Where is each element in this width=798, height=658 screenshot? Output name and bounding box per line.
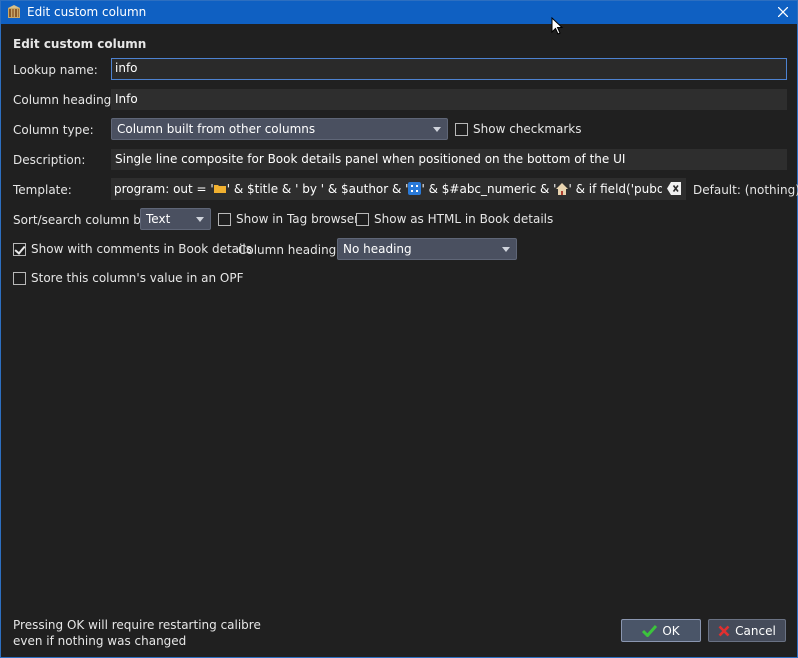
chevron-down-icon	[433, 127, 441, 132]
sort-search-select[interactable]: Text	[140, 208, 211, 230]
comments-heading-label: Column heading:	[238, 243, 341, 257]
show-as-html-label: Show as HTML in Book details	[374, 212, 554, 226]
checkbox-box-checked[interactable]	[13, 242, 26, 256]
template-text: program: out = ' ' & $title & ' by ' & $a…	[114, 182, 662, 196]
ok-button-label: OK	[662, 623, 680, 638]
template-default-label: Default: (nothing)	[693, 183, 798, 197]
column-heading-input[interactable]: Info	[111, 89, 787, 110]
show-as-html-checkbox[interactable]: Show as HTML in Book details	[356, 212, 553, 226]
template-label: Template:	[13, 183, 72, 197]
show-in-tag-browser-label: Show in Tag browser	[236, 212, 360, 226]
sort-search-value: Text	[146, 212, 171, 226]
home-icon	[556, 183, 569, 195]
close-icon[interactable]	[773, 2, 793, 22]
cancel-button[interactable]: Cancel	[708, 619, 786, 642]
sort-search-label: Sort/search column by	[13, 213, 149, 227]
calculator-icon	[408, 182, 422, 195]
checkmark-icon	[642, 624, 658, 637]
title-bar[interactable]: Edit custom column	[1, 1, 797, 24]
chevron-down-icon	[502, 247, 510, 252]
checkbox-box[interactable]	[455, 122, 468, 136]
clear-text-icon[interactable]	[667, 182, 681, 195]
template-text-part: ' & if field('pubdate') then	[568, 182, 662, 196]
show-with-comments-label: Show with comments in Book details	[31, 242, 252, 256]
folder-icon	[213, 185, 226, 193]
show-with-comments-checkbox[interactable]: Show with comments in Book details	[13, 242, 252, 256]
store-in-opf-checkbox[interactable]: Store this column's value in an OPF	[13, 271, 243, 285]
checkbox-box[interactable]	[218, 212, 231, 226]
column-type-value: Column built from other columns	[117, 122, 316, 136]
checkbox-box[interactable]	[13, 271, 26, 285]
template-text-part: program: out = '	[114, 182, 214, 196]
lookup-name-label: Lookup name:	[13, 63, 98, 77]
restart-note: Pressing OK will require restarting cali…	[13, 617, 261, 649]
show-in-tag-browser-checkbox[interactable]: Show in Tag browser	[218, 212, 359, 226]
column-heading-label: Column heading:	[13, 93, 116, 107]
lookup-name-input[interactable]: info	[111, 58, 787, 80]
ok-button[interactable]: OK	[621, 619, 701, 642]
column-type-label: Column type:	[13, 123, 94, 137]
column-type-select[interactable]: Column built from other columns	[111, 118, 448, 140]
show-checkmarks-checkbox[interactable]: Show checkmarks	[455, 122, 582, 136]
cancel-button-label: Cancel	[735, 623, 776, 638]
comments-heading-select[interactable]: No heading	[337, 238, 517, 260]
store-in-opf-label: Store this column's value in an OPF	[31, 271, 244, 285]
show-checkmarks-label: Show checkmarks	[473, 122, 582, 136]
template-input[interactable]: program: out = ' ' & $title & ' by ' & $a…	[111, 178, 686, 200]
template-text-part: ' & $title & ' by ' & $author & '	[226, 182, 409, 196]
checkbox-box[interactable]	[356, 212, 369, 226]
chevron-down-icon	[196, 217, 204, 222]
cancel-x-icon	[718, 625, 730, 636]
window-title: Edit custom column	[27, 5, 147, 19]
edit-custom-column-dialog: Edit custom column Edit custom column Lo…	[0, 0, 798, 658]
comments-heading-value: No heading	[343, 242, 412, 256]
section-heading: Edit custom column	[13, 37, 147, 51]
description-label: Description:	[13, 153, 86, 167]
restart-note-line: Pressing OK will require restarting cali…	[13, 618, 261, 632]
mouse-cursor-icon	[551, 17, 564, 35]
description-input[interactable]: Single line composite for Book details p…	[111, 149, 787, 170]
restart-note-line: even if nothing was changed	[13, 634, 187, 648]
template-text-part: ' & $#abc_numeric & '	[421, 182, 557, 196]
calibre-app-icon	[8, 5, 20, 18]
